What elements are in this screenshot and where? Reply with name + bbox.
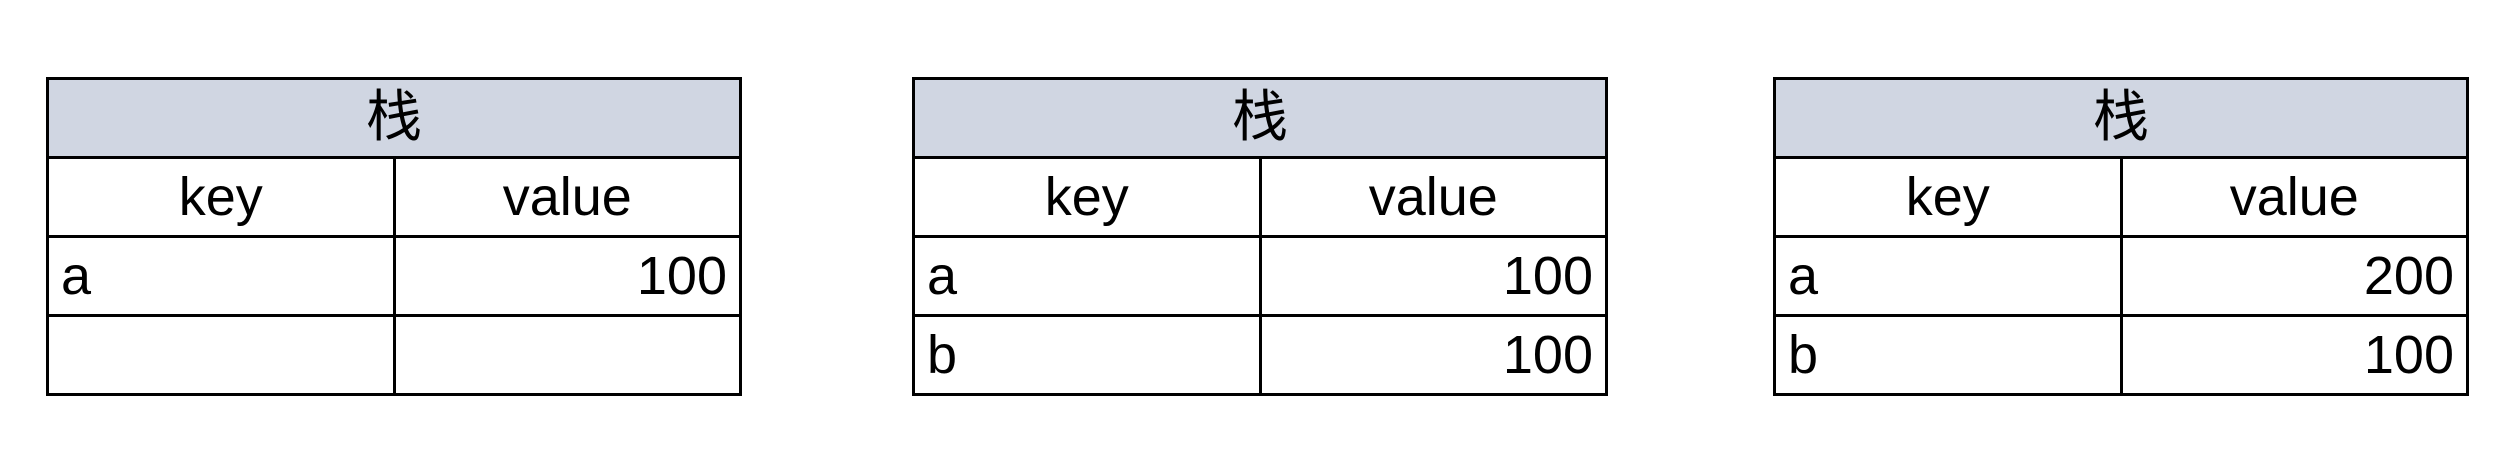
table-row: a 100: [912, 235, 1608, 317]
value-cell: [392, 314, 742, 396]
key-header: key: [1773, 156, 2123, 238]
value-header: value: [392, 156, 742, 238]
table-row: a 200: [1773, 235, 2469, 317]
value-cell: 100: [392, 235, 742, 317]
stack-table-3: 栈 key value a 200 b 100: [1773, 77, 2469, 396]
value-cell: 100: [1258, 235, 1608, 317]
value-cell: 200: [2119, 235, 2469, 317]
value-header: value: [2119, 156, 2469, 238]
key-header: key: [46, 156, 396, 238]
key-cell: a: [1773, 235, 2123, 317]
table-row: [46, 314, 742, 396]
key-cell: b: [1773, 314, 2123, 396]
stack-table-2: 栈 key value a 100 b 100: [912, 77, 1608, 396]
key-cell: a: [46, 235, 396, 317]
table-row: b 100: [912, 314, 1608, 396]
stack-title: 栈: [46, 77, 742, 159]
key-header: key: [912, 156, 1262, 238]
table-row: a 100: [46, 235, 742, 317]
value-cell: 100: [1258, 314, 1608, 396]
value-cell: 100: [2119, 314, 2469, 396]
stack-title: 栈: [912, 77, 1608, 159]
table-row: b 100: [1773, 314, 2469, 396]
key-cell: a: [912, 235, 1262, 317]
key-cell: [46, 314, 396, 396]
stack-table-1: 栈 key value a 100: [46, 77, 742, 396]
key-cell: b: [912, 314, 1262, 396]
stack-title: 栈: [1773, 77, 2469, 159]
value-header: value: [1258, 156, 1608, 238]
